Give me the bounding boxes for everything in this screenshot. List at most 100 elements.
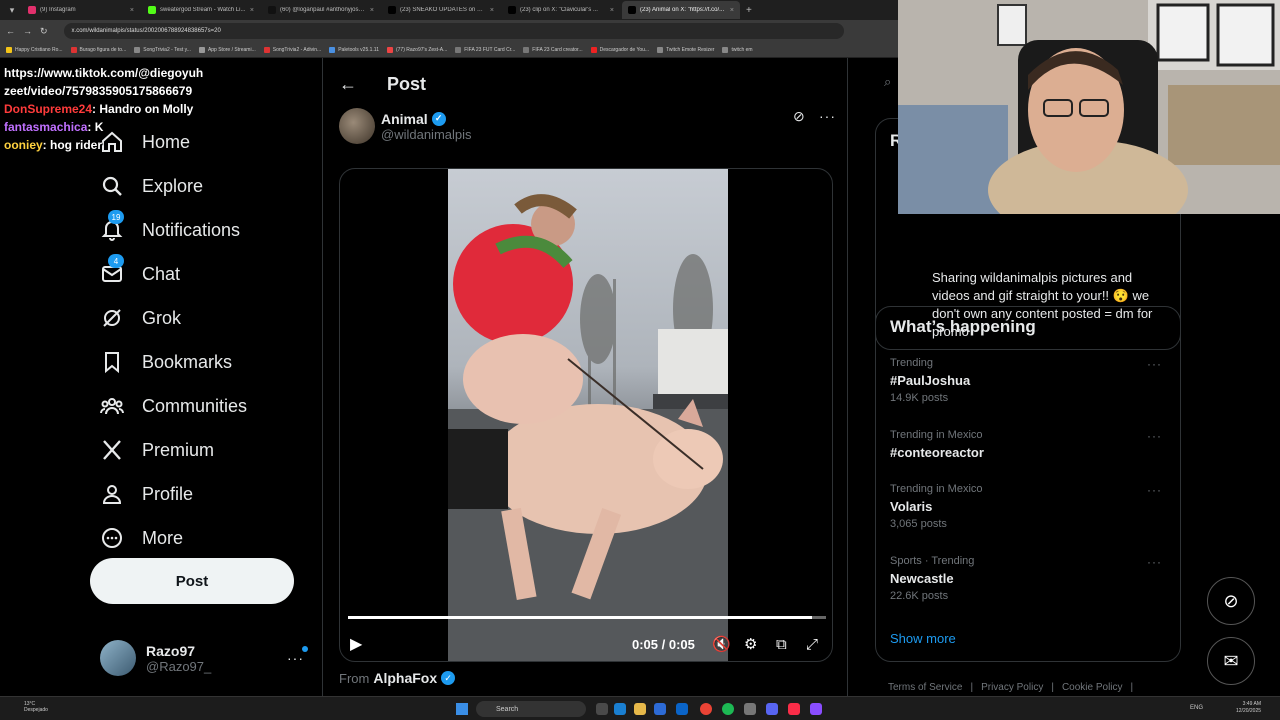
messages-fab-icon[interactable]: ✉	[1207, 637, 1255, 685]
nav-item-more[interactable]: More	[90, 516, 310, 560]
play-icon[interactable]: ▶	[350, 634, 362, 654]
mail-icon: 4	[100, 254, 124, 286]
bookmark-item[interactable]: App Store / Streami...	[198, 46, 256, 53]
left-navigation: Home Explore 19 Notifications 4 Chat Grok Bookm…	[90, 120, 310, 560]
app-icon[interactable]	[744, 703, 756, 715]
post-more-icon[interactable]: ···	[819, 108, 836, 124]
url-field[interactable]: x.com/wildanimalpis/status/2002006788924…	[63, 23, 844, 39]
video-player[interactable]: ▶ 0:05 / 0:05 🔇 ⚙ ⧉ ⤢	[339, 168, 833, 662]
nav-item-notifications[interactable]: 19 Notifications	[90, 208, 310, 252]
browser-tab[interactable]: (23) clip on X: "Clavicular's ... ×	[502, 1, 620, 19]
trend-name[interactable]: #conteoreactor	[890, 445, 1170, 460]
fullscreen-icon[interactable]: ⤢	[806, 636, 818, 653]
trend-more-icon[interactable]: ···	[1147, 483, 1162, 497]
reload-icon[interactable]: ↻	[40, 26, 48, 37]
browser-tab[interactable]: sweatergod Stream - Watch Li... ×	[142, 1, 260, 19]
post-button[interactable]: Post	[90, 558, 294, 604]
video-progress-bar[interactable]	[348, 616, 826, 619]
footer-separator: |	[1051, 682, 1054, 693]
from-label: From	[339, 670, 370, 686]
bookmark-label: Happy Cristiano Ro...	[15, 46, 63, 53]
bookmark-item[interactable]: Burago figura de to...	[70, 46, 126, 53]
footer-link[interactable]: Privacy Policy	[981, 682, 1043, 693]
nav-item-profile[interactable]: Profile	[90, 472, 310, 516]
trend-name[interactable]: Newcastle	[890, 571, 1170, 586]
bookmark-item[interactable]: FIFA 23 Card creator...	[523, 46, 583, 53]
volume-icon[interactable]: 🔇	[712, 635, 731, 653]
file-explorer-icon[interactable]	[634, 703, 646, 715]
footer-link[interactable]: Terms of Service	[888, 682, 962, 693]
author-name[interactable]: Animal	[381, 111, 428, 127]
bookmark-item[interactable]: SongTrivia2 - Adivin...	[263, 46, 321, 53]
new-tab-button[interactable]: +	[746, 5, 752, 16]
browser-tab[interactable]: (9) Instagram ×	[22, 1, 140, 19]
tab-label: (23) clip on X: "Clavicular's ...	[520, 7, 598, 13]
trend-item[interactable]: Trending #PaulJoshua 14.9K posts ···	[890, 357, 1170, 404]
trend-item[interactable]: Trending in Mexico Volaris 3,065 posts ···	[890, 483, 1170, 530]
nav-item-explore[interactable]: Explore	[90, 164, 310, 208]
footer-link[interactable]: Cookie Policy	[1062, 682, 1123, 693]
tab-close-icon[interactable]: ×	[370, 7, 374, 14]
forward-icon[interactable]: →	[23, 26, 32, 36]
weather-widget[interactable]: 13°C Despejado	[24, 701, 48, 713]
bookmark-item[interactable]: twitch em	[722, 46, 753, 53]
bookmark-item[interactable]: Paletools v25.1.11	[329, 46, 379, 53]
taskbar-search[interactable]: Search	[476, 701, 586, 717]
bookmark-item[interactable]: FIFA 23 FUT Card Cr...	[455, 46, 515, 53]
windows-start-icon[interactable]	[456, 703, 468, 715]
grok-icon[interactable]: ⊘	[793, 108, 805, 125]
show-more-link[interactable]: Show more	[890, 631, 956, 646]
edge-icon[interactable]	[614, 703, 626, 715]
bookmark-item[interactable]: SongTrivia2 - Test y...	[134, 46, 191, 53]
trend-context: Sports · Trending	[890, 555, 975, 567]
task-view-icon[interactable]	[596, 703, 608, 715]
spotify-icon[interactable]	[722, 703, 734, 715]
from-account-link[interactable]: AlphaFox	[373, 670, 437, 686]
browser-tab[interactable]: (60) @loganpaul #anthonyjosh... ×	[262, 1, 380, 19]
post-author[interactable]: Animal ✓ @wildanimalpis	[339, 108, 472, 144]
more-options-icon[interactable]: ···	[287, 650, 304, 666]
back-icon[interactable]: ←	[6, 26, 15, 36]
mail-app-icon[interactable]	[676, 703, 688, 715]
music-app-icon[interactable]	[788, 703, 800, 715]
search-icon[interactable]: ⌕	[884, 74, 891, 90]
author-handle[interactable]: @wildanimalpis	[381, 127, 472, 142]
grok-fab-icon[interactable]: ⊘	[1207, 577, 1255, 625]
nav-item-premium[interactable]: Premium	[90, 428, 310, 472]
trend-item[interactable]: Trending in Mexico #conteoreactor ···	[890, 429, 1170, 460]
twitch-app-icon[interactable]	[810, 703, 822, 715]
trend-name[interactable]: #PaulJoshua	[890, 373, 1170, 388]
discord-icon[interactable]	[766, 703, 778, 715]
picture-in-picture-icon[interactable]: ⧉	[776, 636, 787, 653]
tab-close-icon[interactable]: ×	[250, 7, 254, 14]
bookmark-item[interactable]: Descargador de You...	[590, 46, 649, 53]
nav-item-grok[interactable]: Grok	[90, 296, 310, 340]
author-avatar[interactable]	[339, 108, 375, 144]
bookmark-item[interactable]: (77) Razo97's Zest-A...	[386, 46, 447, 53]
chrome-icon[interactable]	[700, 703, 712, 715]
nav-item-chat[interactable]: 4 Chat	[90, 252, 310, 296]
bookmark-item[interactable]: Twitch Emote Resizer	[657, 46, 714, 53]
nav-item-communities[interactable]: Communities	[90, 384, 310, 428]
bookmark-item[interactable]: Happy Cristiano Ro...	[6, 46, 63, 53]
tab-close-icon[interactable]: ×	[610, 7, 614, 14]
back-arrow-icon[interactable]: ←	[339, 74, 357, 95]
tab-close-icon[interactable]: ×	[490, 7, 494, 14]
system-clock[interactable]: 3:49 AM 12/20/2025	[1236, 701, 1261, 715]
trend-more-icon[interactable]: ···	[1147, 555, 1162, 569]
store-icon[interactable]	[654, 703, 666, 715]
settings-gear-icon[interactable]: ⚙	[744, 635, 757, 653]
nav-label: Profile	[142, 483, 194, 504]
browser-tab[interactable]: (23) Animal on X: "https://t.co/... ×	[622, 1, 740, 19]
trend-name[interactable]: Volaris	[890, 499, 1170, 514]
tab-close-icon[interactable]: ×	[730, 7, 734, 14]
nav-item-bookmarks[interactable]: Bookmarks	[90, 340, 310, 384]
tab-search-icon[interactable]: ▾	[4, 3, 20, 17]
browser-tab[interactable]: (23) SNEAKO UPDATES on X: "... ×	[382, 1, 500, 19]
trend-more-icon[interactable]: ···	[1147, 357, 1162, 371]
account-switcher[interactable]: Razo97 @Razo97_ ···	[100, 638, 312, 678]
input-language[interactable]: ENG	[1190, 705, 1203, 711]
trend-item[interactable]: Sports · Trending Newcastle 22.6K posts ···	[890, 555, 1170, 602]
tab-close-icon[interactable]: ×	[130, 7, 134, 14]
trend-more-icon[interactable]: ···	[1147, 429, 1162, 443]
